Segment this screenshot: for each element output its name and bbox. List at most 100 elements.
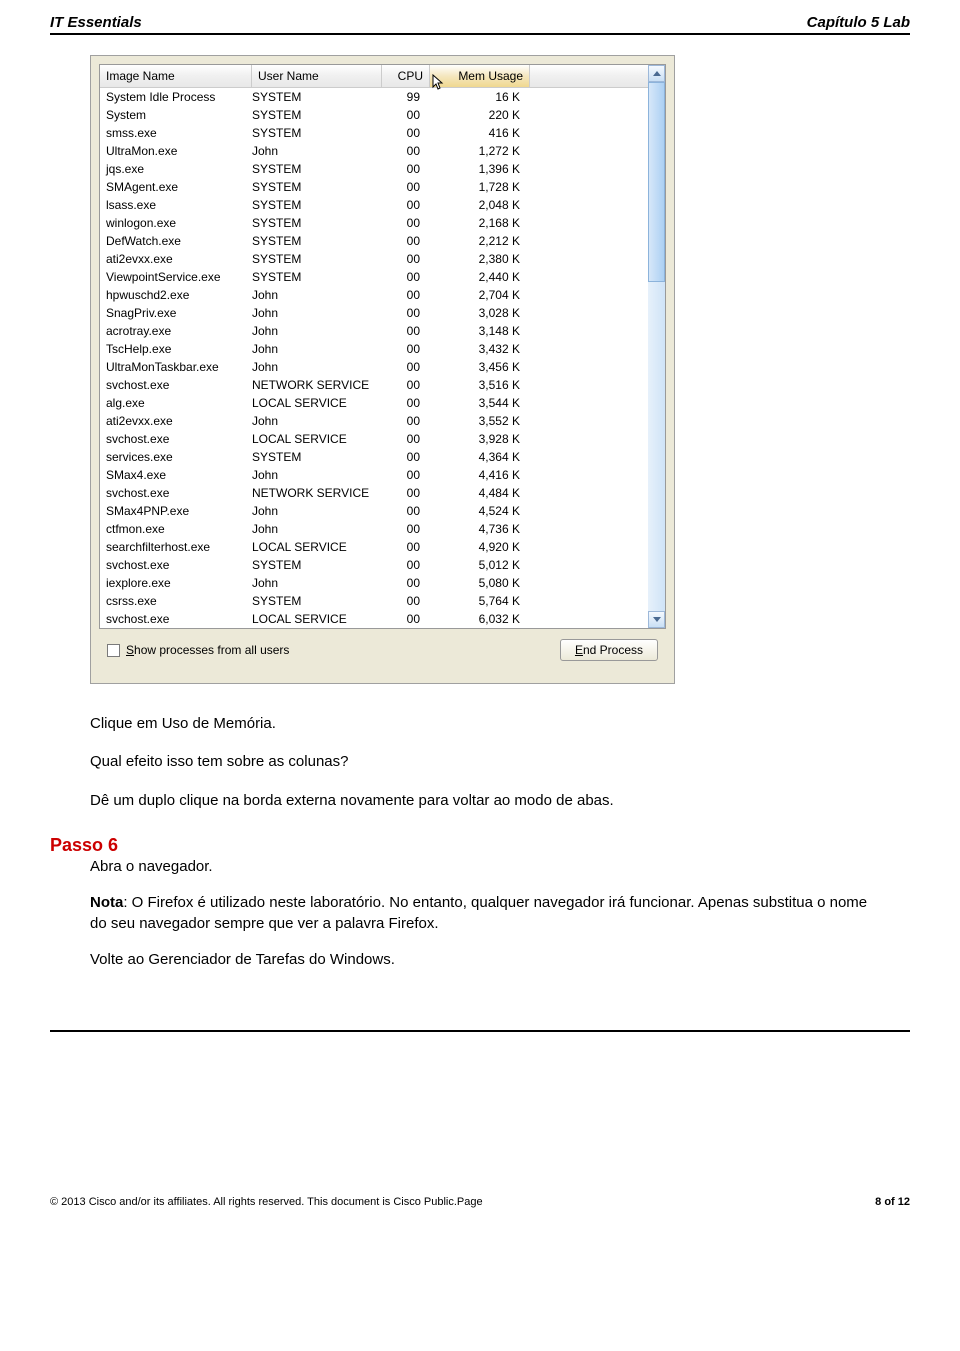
cell-user: SYSTEM: [252, 594, 382, 608]
header-rule: [50, 33, 910, 35]
table-row[interactable]: ati2evxx.exeSYSTEM002,380 K: [100, 250, 648, 268]
cell-mem: 2,380 K: [430, 252, 530, 266]
table-row[interactable]: svchost.exeNETWORK SERVICE004,484 K: [100, 484, 648, 502]
table-row[interactable]: acrotray.exeJohn003,148 K: [100, 322, 648, 340]
cell-user: John: [252, 360, 382, 374]
table-row[interactable]: SnagPriv.exeJohn003,028 K: [100, 304, 648, 322]
cell-image: SMax4PNP.exe: [100, 504, 252, 518]
table-row[interactable]: services.exeSYSTEM004,364 K: [100, 448, 648, 466]
end-process-button[interactable]: End Process: [560, 639, 658, 661]
cell-image: iexplore.exe: [100, 576, 252, 590]
cell-user: John: [252, 414, 382, 428]
table-row[interactable]: svchost.exeLOCAL SERVICE006,032 K: [100, 610, 648, 628]
question-1: Qual efeito isso tem sobre as colunas?: [90, 752, 870, 772]
cell-cpu: 00: [382, 306, 430, 320]
table-row[interactable]: csrss.exeSYSTEM005,764 K: [100, 592, 648, 610]
cell-cpu: 00: [382, 198, 430, 212]
table-row[interactable]: smss.exeSYSTEM00416 K: [100, 124, 648, 142]
table-row[interactable]: svchost.exeNETWORK SERVICE003,516 K: [100, 376, 648, 394]
cell-user: John: [252, 306, 382, 320]
scroll-track[interactable]: [648, 282, 665, 611]
table-row[interactable]: hpwuschd2.exeJohn002,704 K: [100, 286, 648, 304]
cell-cpu: 00: [382, 396, 430, 410]
cell-cpu: 00: [382, 612, 430, 626]
cell-mem: 1,396 K: [430, 162, 530, 176]
table-row[interactable]: alg.exeLOCAL SERVICE003,544 K: [100, 394, 648, 412]
cell-cpu: 00: [382, 558, 430, 572]
cell-mem: 3,928 K: [430, 432, 530, 446]
table-row[interactable]: SMax4.exeJohn004,416 K: [100, 466, 648, 484]
table-row[interactable]: searchfilterhost.exeLOCAL SERVICE004,920…: [100, 538, 648, 556]
cell-cpu: 99: [382, 90, 430, 104]
table-row[interactable]: UltraMonTaskbar.exeJohn003,456 K: [100, 358, 648, 376]
show-all-users-checkbox[interactable]: Show processes from all users: [107, 643, 289, 657]
cell-image: winlogon.exe: [100, 216, 252, 230]
cell-mem: 3,456 K: [430, 360, 530, 374]
table-row[interactable]: UltraMon.exeJohn001,272 K: [100, 142, 648, 160]
table-row[interactable]: ati2evxx.exeJohn003,552 K: [100, 412, 648, 430]
cell-image: acrotray.exe: [100, 324, 252, 338]
cell-image: ctfmon.exe: [100, 522, 252, 536]
cell-image: TscHelp.exe: [100, 342, 252, 356]
scroll-up-button[interactable]: [648, 65, 665, 82]
cell-user: SYSTEM: [252, 90, 382, 104]
cell-image: smss.exe: [100, 126, 252, 140]
cell-cpu: 00: [382, 324, 430, 338]
table-row[interactable]: SMAgent.exeSYSTEM001,728 K: [100, 178, 648, 196]
cell-mem: 5,012 K: [430, 558, 530, 572]
table-row[interactable]: DefWatch.exeSYSTEM002,212 K: [100, 232, 648, 250]
step-label: Passo 6: [50, 833, 118, 857]
cell-user: NETWORK SERVICE: [252, 486, 382, 500]
table-row[interactable]: ViewpointService.exeSYSTEM002,440 K: [100, 268, 648, 286]
table-row[interactable]: svchost.exeLOCAL SERVICE003,928 K: [100, 430, 648, 448]
cell-user: LOCAL SERVICE: [252, 540, 382, 554]
listview-rows: System Idle ProcessSYSTEM9916 KSystemSYS…: [100, 88, 648, 628]
cell-user: SYSTEM: [252, 252, 382, 266]
cell-cpu: 00: [382, 126, 430, 140]
cell-cpu: 00: [382, 486, 430, 500]
table-row[interactable]: ctfmon.exeJohn004,736 K: [100, 520, 648, 538]
cell-image: services.exe: [100, 450, 252, 464]
cell-image: UltraMon.exe: [100, 144, 252, 158]
column-header-cpu[interactable]: CPU: [382, 65, 430, 87]
cell-user: LOCAL SERVICE: [252, 396, 382, 410]
table-row[interactable]: SMax4PNP.exeJohn004,524 K: [100, 502, 648, 520]
cell-mem: 2,704 K: [430, 288, 530, 302]
cell-user: John: [252, 468, 382, 482]
cell-user: SYSTEM: [252, 216, 382, 230]
column-header-mem[interactable]: Mem Usage: [430, 65, 530, 87]
header-left: IT Essentials: [50, 14, 142, 31]
cell-mem: 2,212 K: [430, 234, 530, 248]
table-row[interactable]: svchost.exeSYSTEM005,012 K: [100, 556, 648, 574]
scroll-down-button[interactable]: [648, 611, 665, 628]
table-row[interactable]: lsass.exeSYSTEM002,048 K: [100, 196, 648, 214]
table-row[interactable]: SystemSYSTEM00220 K: [100, 106, 648, 124]
cell-user: John: [252, 288, 382, 302]
cell-mem: 3,544 K: [430, 396, 530, 410]
column-header-image[interactable]: Image Name: [100, 65, 252, 87]
cell-cpu: 00: [382, 234, 430, 248]
column-header-user[interactable]: User Name: [252, 65, 382, 87]
scroll-thumb[interactable]: [648, 82, 665, 282]
table-row[interactable]: iexplore.exeJohn005,080 K: [100, 574, 648, 592]
cell-cpu: 00: [382, 468, 430, 482]
step-instruction-1: Abra o navegador.: [90, 857, 870, 877]
cell-image: alg.exe: [100, 396, 252, 410]
table-row[interactable]: System Idle ProcessSYSTEM9916 K: [100, 88, 648, 106]
table-row[interactable]: winlogon.exeSYSTEM002,168 K: [100, 214, 648, 232]
table-row[interactable]: jqs.exeSYSTEM001,396 K: [100, 160, 648, 178]
cell-cpu: 00: [382, 576, 430, 590]
table-row[interactable]: TscHelp.exeJohn003,432 K: [100, 340, 648, 358]
cell-mem: 3,028 K: [430, 306, 530, 320]
cell-user: John: [252, 144, 382, 158]
cell-cpu: 00: [382, 252, 430, 266]
vertical-scrollbar[interactable]: [648, 65, 665, 628]
cell-image: UltraMonTaskbar.exe: [100, 360, 252, 374]
show-all-label: Show processes from all users: [126, 643, 289, 657]
cell-user: NETWORK SERVICE: [252, 378, 382, 392]
cell-mem: 2,168 K: [430, 216, 530, 230]
cell-image: searchfilterhost.exe: [100, 540, 252, 554]
cell-mem: 4,484 K: [430, 486, 530, 500]
cell-user: SYSTEM: [252, 450, 382, 464]
cell-image: svchost.exe: [100, 378, 252, 392]
